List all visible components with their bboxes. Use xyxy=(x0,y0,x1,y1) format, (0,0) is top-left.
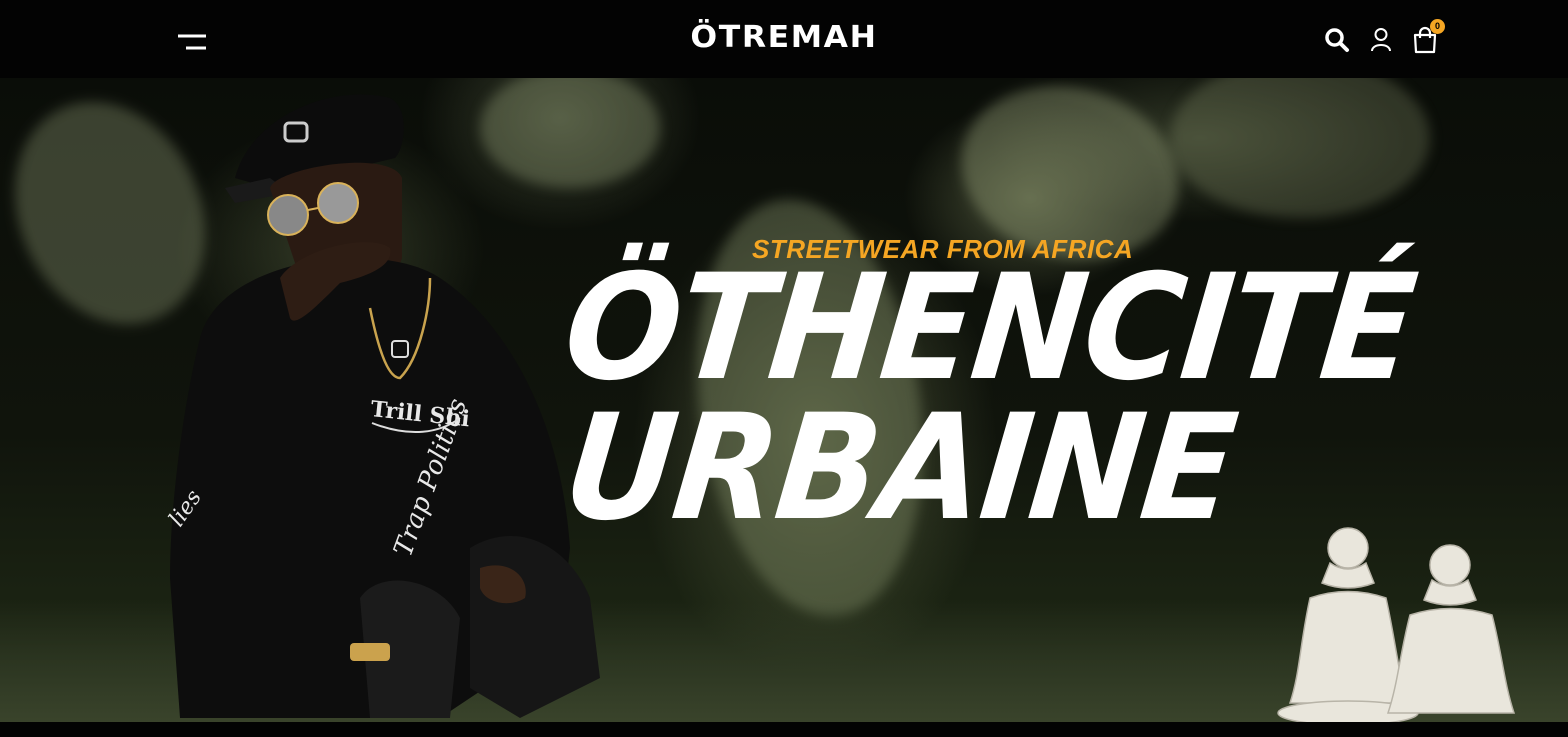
site-header: ÖTREMAH 0 xyxy=(0,0,1568,78)
section-divider xyxy=(0,722,1568,737)
user-account-icon[interactable] xyxy=(1368,25,1394,55)
hero-headline-line-2: URBAINE xyxy=(557,383,1243,553)
hero-headline-line-1: ÖTHENCITÉ xyxy=(557,243,1422,413)
hero-banner: Trill Shi Trap Politics lies STREETWEAR … xyxy=(0,78,1568,722)
chess-pawns-photo xyxy=(1277,527,1516,722)
cart-count-badge: 0 xyxy=(1430,19,1445,34)
background-leaf xyxy=(1170,78,1430,218)
shopping-bag-icon[interactable]: 0 xyxy=(1412,19,1445,55)
header-actions: 0 xyxy=(1324,18,1445,62)
search-icon[interactable] xyxy=(1324,25,1350,55)
hero-headline: ÖTHENCITÉ URBAINE xyxy=(557,243,1556,553)
